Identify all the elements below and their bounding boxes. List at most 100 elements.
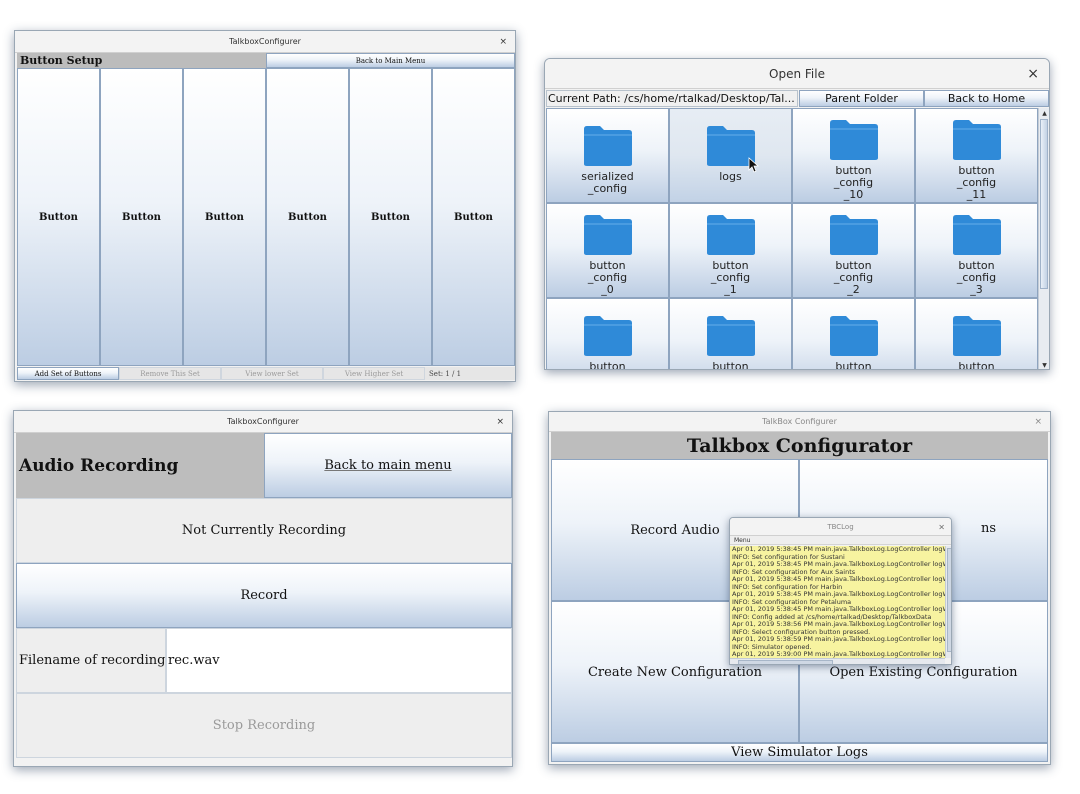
folder-icon — [583, 316, 632, 356]
window-title: Open File — [769, 66, 825, 81]
open-file-window: Open File × Current Path: /cs/home/rtalk… — [544, 58, 1050, 370]
stop-recording-label: Stop Recording — [212, 718, 316, 733]
folder-item[interactable]: logs — [669, 108, 792, 203]
folder-item[interactable]: button _config _11 — [915, 108, 1038, 203]
talkbox-button-5[interactable]: Button — [349, 68, 432, 366]
back-to-main-menu-label: Back to main menu — [324, 458, 452, 473]
folder-item[interactable]: button _config _2 — [792, 203, 915, 298]
title-bar: TalkboxConfigurer × — [15, 31, 515, 53]
talkbox-button-1[interactable]: Button — [17, 68, 100, 366]
back-to-main-menu-button[interactable]: Back to main menu — [264, 433, 512, 498]
folder-label: button _config _10 — [833, 164, 874, 201]
talkbox-button-label: Button — [288, 211, 327, 223]
view-simulator-logs-button[interactable]: View Simulator Logs — [551, 743, 1048, 762]
folder-icon — [706, 215, 755, 255]
window-title: TalkboxConfigurer — [227, 417, 299, 426]
footer-bar: Add Set of Buttons Remove This Set View … — [17, 367, 515, 380]
folder-label: button _config _2 — [833, 259, 874, 296]
folder-label: logs — [719, 170, 742, 183]
talkbox-button-label: Button — [39, 211, 78, 223]
folder-item[interactable]: button — [669, 298, 792, 369]
close-icon[interactable]: × — [496, 417, 504, 427]
add-set-button[interactable]: Add Set of Buttons — [17, 367, 119, 380]
audio-recording-window: TalkboxConfigurer × Audio Recording Back… — [13, 410, 513, 767]
parent-folder-button[interactable]: Parent Folder — [799, 90, 924, 107]
folder-label: serialized _config — [581, 170, 634, 195]
folder-item[interactable]: serialized _config — [546, 108, 669, 203]
folder-label: button _config _1 — [710, 259, 751, 296]
back-to-home-label: Back to Home — [947, 92, 1026, 105]
folder-label: button — [958, 360, 995, 370]
window-title: TBCLog — [827, 522, 854, 531]
view-higher-set-button[interactable]: View Higher Set — [323, 367, 425, 380]
record-audio-label: Record Audio — [630, 522, 720, 538]
folder-item[interactable]: button _config _3 — [915, 203, 1038, 298]
folder-label: button _config _3 — [956, 259, 997, 296]
tbc-log-window: TBCLog × Menu Apr 01, 2019 5:38:45 PM ma… — [729, 517, 952, 665]
filename-value: rec.wav — [168, 653, 220, 668]
folder-item[interactable]: button — [546, 298, 669, 369]
back-to-main-menu-button[interactable]: Back to Main Menu — [266, 53, 515, 68]
view-higher-set-label: View Higher Set — [344, 369, 404, 378]
folder-icon — [829, 316, 878, 356]
current-path-label: Current Path: /cs/home/rtalkad/Desktop/T… — [546, 90, 798, 107]
folder-item[interactable]: button _config _10 — [792, 108, 915, 203]
heading-bar: Talkbox Configurator — [551, 432, 1048, 459]
view-lower-set-label: View lower Set — [245, 369, 299, 378]
folder-grid: serialized _config logs button _config _10… — [546, 108, 1038, 370]
stop-recording-button[interactable]: Stop Recording — [16, 693, 512, 758]
log-line: INFO: Set configuration for Petaluma — [732, 598, 852, 606]
talkbox-button-label: Button — [122, 211, 161, 223]
setup-buttons-label: ns — [981, 521, 997, 536]
scrollbar[interactable]: ▲ ▼ — [1038, 108, 1049, 369]
folder-item[interactable]: button _config _1 — [669, 203, 792, 298]
talkbox-button-6[interactable]: Button — [432, 68, 515, 366]
log-line: Apr 01, 2019 5:38:56 PM main.java.Talkbo… — [732, 621, 945, 628]
heading-bar: Button Setup — [17, 53, 266, 68]
open-existing-configuration-label: Open Existing Configuration — [829, 664, 1018, 680]
log-scroll-thumb[interactable] — [947, 548, 951, 652]
talkbox-button-label: Button — [454, 211, 493, 223]
folder-icon — [706, 316, 755, 356]
talkbox-button-2[interactable]: Button — [100, 68, 183, 366]
filename-field[interactable]: rec.wav — [166, 628, 512, 693]
title-bar: TBCLog × — [730, 518, 951, 536]
talkbox-button-4[interactable]: Button — [266, 68, 349, 366]
heading-bar: Audio Recording — [16, 433, 264, 498]
log-line: INFO: Set configuration for Harbin — [732, 583, 843, 591]
mouse-cursor-icon — [748, 157, 760, 173]
recording-status-text: Not Currently Recording — [181, 523, 347, 538]
talkbox-button-label: Button — [205, 211, 244, 223]
log-vertical-scrollbar[interactable] — [945, 546, 951, 658]
log-line: Apr 01, 2019 5:38:45 PM main.java.Talkbo… — [732, 576, 945, 583]
log-menu-bar: Menu — [730, 536, 951, 545]
log-text-area[interactable]: Apr 01, 2019 5:38:45 PM main.java.Talkbo… — [730, 546, 945, 658]
menu-item-menu[interactable]: Menu — [734, 536, 750, 545]
scroll-up-arrow-icon[interactable]: ▲ — [1039, 108, 1049, 118]
view-lower-set-button[interactable]: View lower Set — [221, 367, 323, 380]
close-icon[interactable]: × — [499, 37, 507, 47]
folder-icon — [952, 215, 1001, 255]
close-icon[interactable]: × — [1034, 417, 1042, 427]
page-title: Button Setup — [20, 54, 103, 67]
filename-label: Filename of recording: — [19, 653, 170, 668]
scroll-down-arrow-icon[interactable]: ▼ — [1039, 360, 1049, 369]
folder-item[interactable]: button — [792, 298, 915, 369]
folder-item[interactable]: button — [915, 298, 1038, 370]
close-icon[interactable]: × — [938, 522, 945, 531]
log-hscroll-thumb[interactable] — [738, 660, 833, 664]
button-grid: Button Button Button Button Button Butto… — [17, 68, 515, 366]
title-bar: TalkBox Configurer × — [549, 412, 1050, 432]
view-simulator-logs-label: View Simulator Logs — [731, 745, 868, 760]
log-horizontal-scrollbar[interactable] — [730, 658, 945, 664]
back-to-home-button[interactable]: Back to Home — [924, 90, 1049, 107]
log-line: Apr 01, 2019 5:38:59 PM main.java.Talkbo… — [732, 636, 945, 643]
scroll-thumb[interactable] — [1040, 119, 1048, 289]
remove-set-button[interactable]: Remove This Set — [119, 367, 221, 380]
close-icon[interactable]: × — [1027, 66, 1039, 82]
log-line: Apr 01, 2019 5:38:45 PM main.java.Talkbo… — [732, 546, 945, 553]
folder-icon — [952, 316, 1001, 356]
talkbox-button-3[interactable]: Button — [183, 68, 266, 366]
folder-item[interactable]: button _config _0 — [546, 203, 669, 298]
record-button[interactable]: Record — [16, 563, 512, 628]
